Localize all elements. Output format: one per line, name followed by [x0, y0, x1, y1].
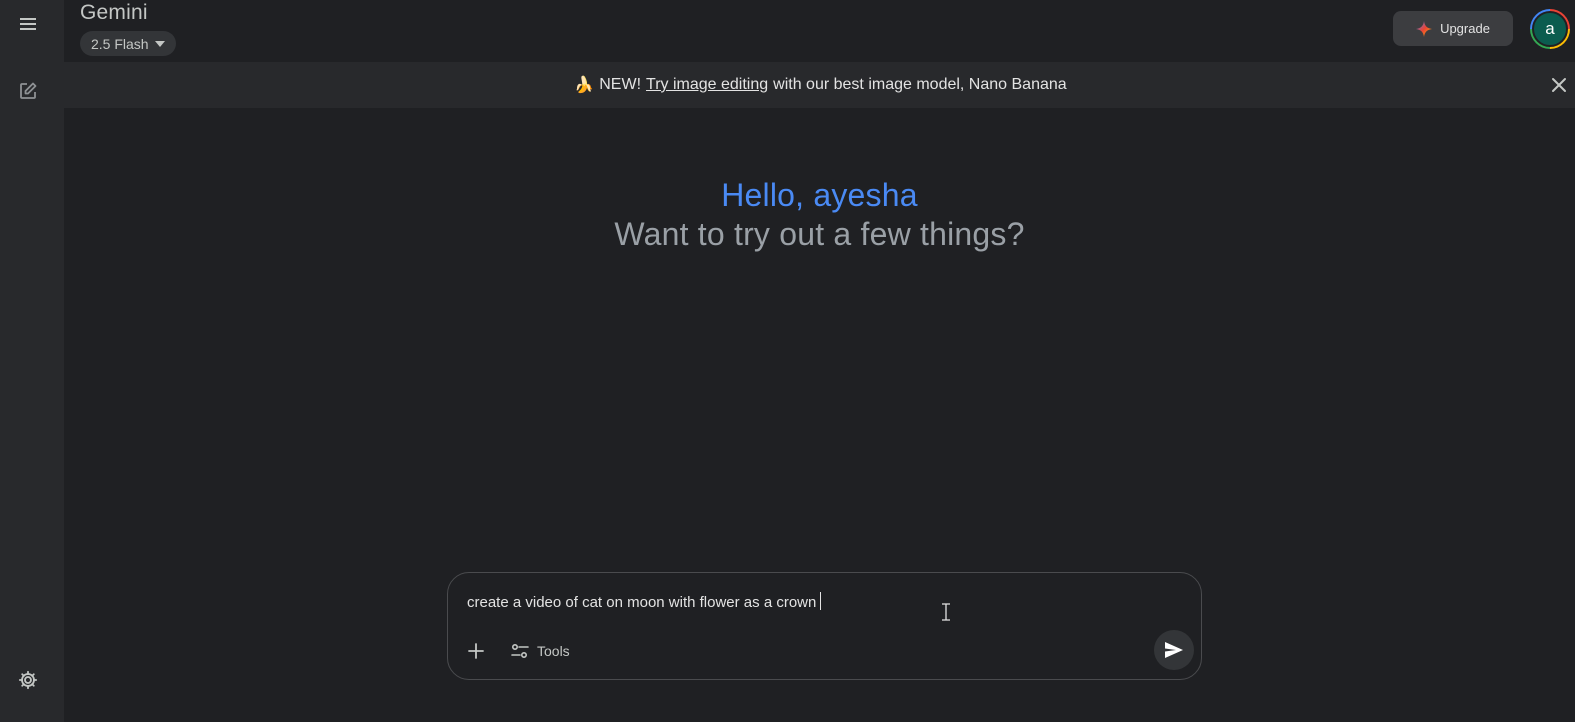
- gear-icon: [18, 670, 38, 690]
- chevron-down-icon: [154, 41, 165, 47]
- greeting: Hello, ayesha Want to try out a few thin…: [64, 175, 1575, 253]
- banner-prefix: NEW!: [599, 76, 642, 93]
- prompt-input[interactable]: create a video of cat on moon with flowe…: [467, 592, 822, 611]
- model-selector[interactable]: 2.5 Flash: [80, 31, 176, 56]
- edit-square-icon: [20, 82, 37, 99]
- upgrade-button[interactable]: Upgrade: [1393, 11, 1513, 46]
- try-image-editing-link[interactable]: Try image editing: [646, 76, 768, 94]
- plus-icon: [468, 643, 484, 659]
- avatar-initial: a: [1545, 19, 1555, 38]
- greeting-subtitle: Want to try out a few things?: [614, 216, 1025, 252]
- banner-suffix: with our best image model, Nano Banana: [773, 76, 1067, 93]
- close-banner-button[interactable]: [1547, 73, 1571, 97]
- main-menu-button[interactable]: [12, 8, 44, 40]
- send-button[interactable]: [1154, 630, 1194, 670]
- add-attachment-button[interactable]: [462, 637, 490, 665]
- prompt-composer[interactable]: create a video of cat on moon with flowe…: [447, 572, 1202, 680]
- top-header: Gemini 2.5 Flash Upgrade a: [64, 0, 1575, 62]
- text-caret: [820, 592, 822, 610]
- announcement-banner: 🍌 NEW! Try image editing with our best i…: [64, 62, 1575, 108]
- ibeam-cursor-icon: [942, 603, 950, 621]
- model-label: 2.5 Flash: [91, 35, 149, 52]
- close-icon: [1552, 78, 1566, 92]
- side-rail: [0, 0, 64, 722]
- account-avatar-button[interactable]: a: [1530, 9, 1570, 49]
- app-title: Gemini: [80, 1, 148, 24]
- prompt-value: create a video of cat on moon with flowe…: [467, 594, 817, 611]
- tools-label: Tools: [537, 643, 570, 659]
- upgrade-label: Upgrade: [1440, 21, 1490, 36]
- greeting-hello: Hello, ayesha: [721, 177, 918, 213]
- sparkle-icon: [1416, 20, 1433, 37]
- send-icon: [1165, 642, 1183, 658]
- settings-button[interactable]: [12, 664, 44, 696]
- banner-message: 🍌 NEW! Try image editing with our best i…: [574, 75, 1066, 95]
- banana-icon: 🍌: [574, 77, 595, 94]
- tools-button[interactable]: Tools: [511, 637, 570, 665]
- hamburger-menu-icon: [20, 18, 36, 30]
- tune-sliders-icon: [511, 643, 529, 659]
- new-chat-button[interactable]: [12, 75, 44, 107]
- avatar: a: [1532, 11, 1568, 47]
- gemini-app: Gemini 2.5 Flash Upgrade a 🍌 NEW! Try im…: [0, 0, 1575, 722]
